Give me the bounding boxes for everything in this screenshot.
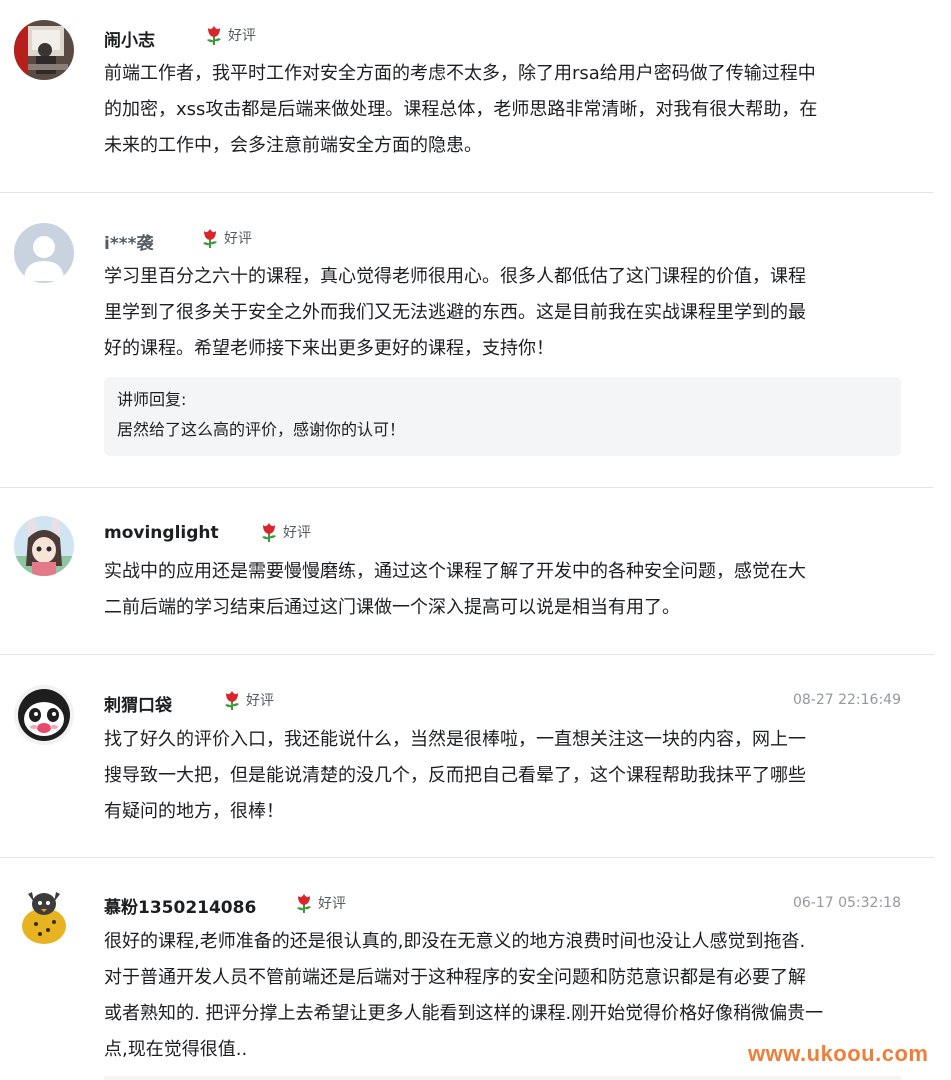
reviewer-name[interactable]: i***袭 xyxy=(104,229,154,254)
review-line: 前端工作者，我平时工作对安全方面的考虑不太多，除了用rsa给用户密码做了传输过程… xyxy=(104,63,816,84)
reviewer-name[interactable]: 刺猬口袋 xyxy=(104,691,172,716)
reviewer-name[interactable]: movinglight xyxy=(104,523,219,543)
rating-label: 好评 xyxy=(228,28,256,44)
reply-label: 讲师回复: xyxy=(117,390,187,409)
review-line: 的加密，xss攻击都是后端来做处理。课程总体，老师思路非常清晰，对我有很大帮助，… xyxy=(104,99,818,120)
rating-badge: 好评 xyxy=(259,521,311,543)
reply-text: 居然给了这么高的评价，感谢你的认可！ xyxy=(117,420,406,439)
rating-badge: 好评 xyxy=(204,24,256,46)
rating-badge: 好评 xyxy=(200,227,252,249)
reviewer-name[interactable]: 慕粉1350214086 xyxy=(104,893,256,918)
user-avatar[interactable] xyxy=(14,685,74,745)
review-content: 找了好久的评价入口，我还能说什么，当然是很棒啦，一直想关注这一块的内容，网上一 … xyxy=(104,722,904,830)
rating-badge: 好评 xyxy=(222,689,274,711)
review-item: movinglight 好评 实战中的应用还是需要慢慢磨练，通过这个课程了解了开… xyxy=(0,488,934,655)
review-line: 或者熟知的. 把评分撑上去希望让更多人能看到这样的课程.刚开始觉得价格好像稍微偏… xyxy=(104,1003,824,1024)
teacher-reply: 讲师回复: 居然给了这么高的评价，感谢你的认可！ xyxy=(104,377,901,456)
review-line: 实战中的应用还是需要慢慢磨练，通过这个课程了解了开发中的各种安全问题，感觉在大 xyxy=(104,561,806,582)
rose-icon xyxy=(225,691,239,710)
review-line: 里学到了很多关于安全之外而我们又无法逃避的东西。这是目前我在实战课程里学到的最 xyxy=(104,302,806,323)
review-line: 对于普通开发人员不管前端还是后端对于这种程序的安全问题和防范意识都是有必要了解 xyxy=(104,967,806,988)
review-line: 搜导致一大把，但是能说清楚的没几个，反而把自己看晕了，这个课程帮助我抹平了哪些 xyxy=(104,765,806,786)
rose-icon xyxy=(207,26,221,45)
rose-icon xyxy=(297,894,311,913)
review-timestamp: 06-17 05:32:18 xyxy=(792,895,901,911)
review-item: 刺猬口袋 好评 08-27 22:16:49 找了好久的评价入口，我还能说什么，… xyxy=(0,655,934,858)
rose-icon xyxy=(203,229,217,248)
review-item: i***袭 好评 学习里百分之六十的课程，真心觉得老师很用心。很多人都低估了这门… xyxy=(0,193,934,488)
rating-label: 好评 xyxy=(224,231,252,247)
review-timestamp: 08-27 22:16:49 xyxy=(792,692,901,708)
user-avatar[interactable] xyxy=(14,20,74,80)
review-line: 好的课程。希望老师接下来出更多更好的课程，支持你！ xyxy=(104,338,554,359)
reviewer-name[interactable]: 闹小志 xyxy=(104,26,155,51)
review-line: 学习里百分之六十的课程，真心觉得老师很用心。很多人都低估了这门课程的价值，课程 xyxy=(104,266,806,287)
review-content: 实战中的应用还是需要慢慢磨练，通过这个课程了解了开发中的各种安全问题，感觉在大 … xyxy=(104,554,904,626)
review-line: 未来的工作中，会多注意前端安全方面的隐患。 xyxy=(104,135,482,156)
default-avatar-icon[interactable] xyxy=(14,223,74,283)
review-line: 有疑问的地方，很棒！ xyxy=(104,801,284,822)
review-item: 闹小志 好评 前端工作者，我平时工作对安全方面的考虑不太多，除了用rsa给用户密… xyxy=(0,0,934,193)
user-avatar[interactable] xyxy=(14,886,74,946)
rating-badge: 好评 xyxy=(294,892,346,914)
review-content: 前端工作者，我平时工作对安全方面的考虑不太多，除了用rsa给用户密码做了传输过程… xyxy=(104,56,904,164)
review-line: 找了好久的评价入口，我还能说什么，当然是很棒啦，一直想关注这一块的内容，网上一 xyxy=(104,729,806,750)
rose-icon xyxy=(262,523,276,542)
reply-box-edge xyxy=(104,1076,901,1080)
rating-label: 好评 xyxy=(246,693,274,709)
review-content: 学习里百分之六十的课程，真心觉得老师很用心。很多人都低估了这门课程的价值，课程 … xyxy=(104,259,904,367)
watermark: www.ukoou.com xyxy=(748,1041,929,1066)
user-avatar[interactable] xyxy=(14,516,74,576)
review-line: 二前后端的学习结束后通过这门课做一个深入提高可以说是相当有用了。 xyxy=(104,597,680,618)
rating-label: 好评 xyxy=(318,896,346,912)
review-line: 很好的课程,老师准备的还是很认真的,即没在无意义的地方浪费时间也没让人感觉到拖沓… xyxy=(104,931,806,952)
rating-label: 好评 xyxy=(283,525,311,541)
